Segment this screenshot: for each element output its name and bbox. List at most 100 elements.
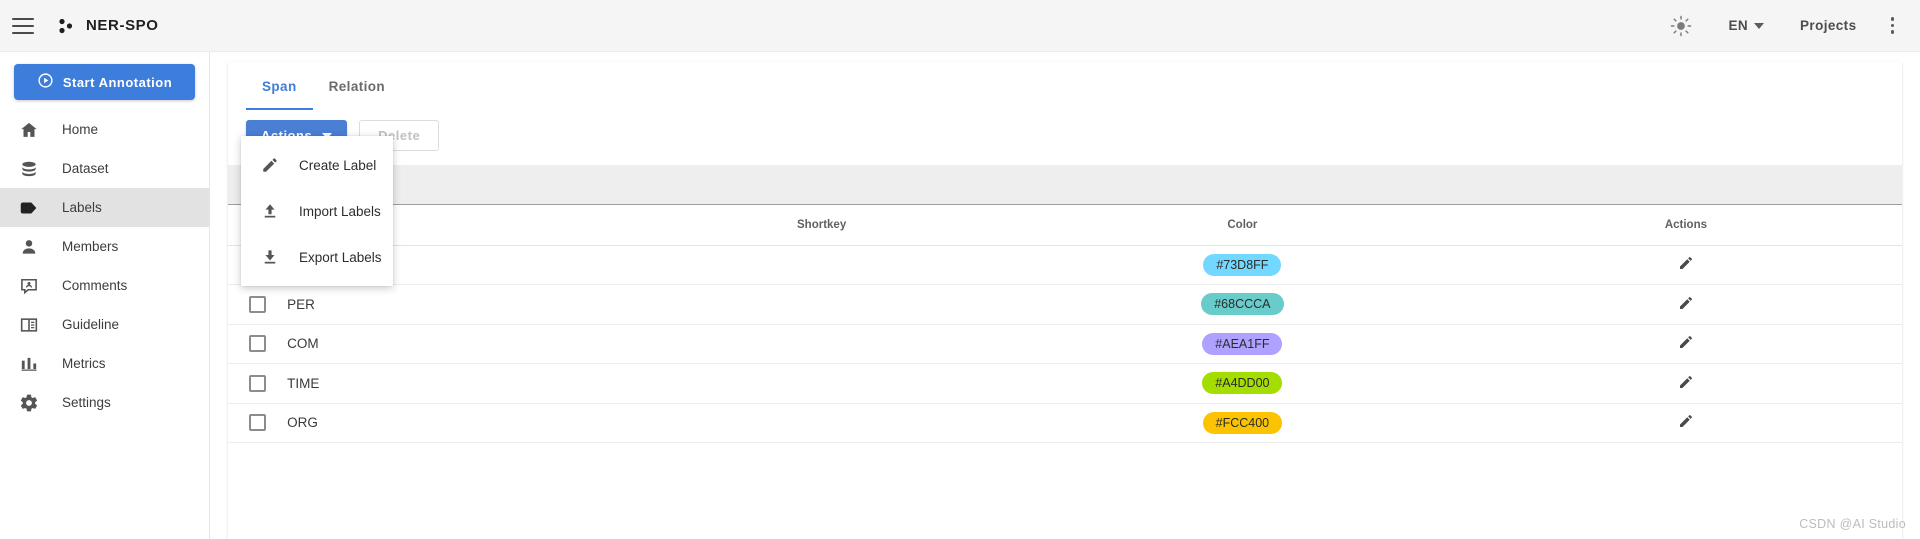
color-chip: #AEA1FF: [1202, 332, 1283, 355]
sidebar-item-settings[interactable]: Settings: [0, 383, 209, 422]
sidebar-item-label: Labels: [62, 200, 102, 215]
table-body: #73D8FF PER #68CCCA COM #AEA1FF TIME #A4…: [228, 245, 1902, 443]
row-name: ORG: [287, 403, 629, 443]
row-checkbox-cell: [228, 324, 288, 364]
row-checkbox[interactable]: [249, 374, 267, 392]
tag-icon: [14, 197, 44, 219]
table-head: Shortkey Color Actions: [228, 205, 1902, 246]
edit-pencil-icon[interactable]: [1678, 334, 1694, 353]
theme-toggle-button[interactable]: [1652, 0, 1710, 52]
app-bar: NER-SPO EN Projects: [0, 0, 1920, 52]
app-title: NER-SPO: [86, 17, 159, 34]
kebab-menu-icon[interactable]: [1875, 17, 1911, 34]
table-header-row: Shortkey Color Actions: [228, 205, 1902, 246]
sidebar-item-label: Metrics: [62, 356, 106, 371]
row-checkbox[interactable]: [249, 295, 267, 313]
sidebar-item-comments[interactable]: Comments: [0, 266, 209, 305]
row-color-cell: #A4DD00: [1014, 363, 1470, 404]
row-actions-cell: [1469, 245, 1902, 285]
row-name: PER: [287, 284, 629, 325]
color-chip: #68CCCA: [1201, 293, 1284, 316]
edit-pencil-icon[interactable]: [1678, 374, 1694, 393]
sidebar-item-members[interactable]: Members: [0, 227, 209, 266]
menu-item-label: Import Labels: [299, 203, 381, 219]
sidebar-item-home[interactable]: Home: [0, 110, 209, 149]
table-row[interactable]: PER #68CCCA: [228, 284, 1902, 325]
color-chip: #73D8FF: [1203, 253, 1282, 276]
row-checkbox[interactable]: [249, 414, 267, 432]
edit-pencil-icon[interactable]: [1678, 413, 1694, 432]
sidebar-item-label: Guideline: [62, 317, 120, 332]
projects-link[interactable]: Projects: [1782, 0, 1874, 52]
sidebar-item-label: Home: [62, 122, 99, 137]
table-row[interactable]: #73D8FF: [228, 245, 1902, 285]
sidebar-item-label: Members: [62, 239, 119, 254]
row-color-cell: #FCC400: [1014, 403, 1470, 443]
row-color-cell: #AEA1FF: [1014, 324, 1470, 364]
tab-label: Relation: [328, 78, 386, 94]
actions-dropdown-menu: Create Label Import Labels Export Labels: [241, 136, 393, 286]
app-bar-right: EN Projects: [1652, 0, 1920, 52]
language-selector[interactable]: EN: [1710, 0, 1782, 52]
row-shortkey: [628, 363, 1015, 404]
toolbar: Actions Delete: [228, 110, 1902, 151]
tab-bar: Span Relation: [228, 62, 1902, 110]
tab-relation[interactable]: Relation: [313, 62, 401, 110]
sidebar-item-label: Dataset: [62, 161, 109, 176]
row-checkbox-cell: [228, 403, 288, 443]
row-actions-cell: [1469, 284, 1902, 325]
sidebar-item-metrics[interactable]: Metrics: [0, 344, 209, 383]
row-shortkey: [628, 403, 1015, 443]
menu-item-import-labels[interactable]: Import Labels: [241, 188, 393, 234]
edit-pencil-icon[interactable]: [1678, 255, 1694, 274]
chevron-down-icon: [1754, 22, 1765, 29]
pencil-icon: [253, 156, 287, 174]
row-name: TIME: [287, 363, 629, 404]
header-shortkey[interactable]: Shortkey: [628, 205, 1015, 246]
tab-span[interactable]: Span: [246, 62, 313, 110]
color-chip: #FCC400: [1202, 411, 1283, 434]
table-row[interactable]: COM #AEA1FF: [228, 324, 1902, 364]
watermark: CSDN @AI Studio: [1799, 517, 1906, 531]
database-icon: [14, 159, 44, 179]
filter-strip[interactable]: [228, 165, 1902, 205]
menu-item-create-label[interactable]: Create Label: [241, 142, 393, 188]
projects-label: Projects: [1800, 18, 1857, 33]
hamburger-icon[interactable]: [12, 17, 34, 34]
row-shortkey: [628, 284, 1015, 325]
row-actions-cell: [1469, 363, 1902, 404]
comment-icon: [14, 276, 44, 296]
row-name: COM: [287, 324, 629, 364]
language-label: EN: [1728, 18, 1749, 33]
sun-icon: [1670, 15, 1692, 37]
upload-icon: [253, 202, 287, 220]
menu-item-label: Export Labels: [299, 249, 382, 265]
header-color[interactable]: Color: [1014, 205, 1470, 246]
row-checkbox[interactable]: [249, 335, 267, 353]
download-icon: [253, 248, 287, 266]
header-actions: Actions: [1469, 205, 1902, 246]
row-actions-cell: [1469, 403, 1902, 443]
table-row[interactable]: TIME #A4DD00: [228, 363, 1902, 404]
row-shortkey: [628, 324, 1015, 364]
bar-chart-icon: [14, 354, 44, 374]
edit-pencil-icon[interactable]: [1678, 295, 1694, 314]
tab-label: Span: [262, 78, 297, 94]
row-checkbox-cell: [228, 363, 288, 404]
sidebar-item-dataset[interactable]: Dataset: [0, 149, 209, 188]
sidebar: Start Annotation Home Dataset Labels Mem…: [0, 52, 210, 539]
sidebar-item-guideline[interactable]: Guideline: [0, 305, 209, 344]
table-row[interactable]: ORG #FCC400: [228, 403, 1902, 443]
sidebar-item-labels[interactable]: Labels: [0, 188, 209, 227]
color-chip: #A4DD00: [1202, 372, 1283, 395]
book-icon: [14, 315, 44, 335]
row-actions-cell: [1469, 324, 1902, 364]
start-annotation-label: Start Annotation: [62, 74, 173, 90]
sidebar-item-label: Settings: [62, 395, 111, 410]
labels-table: Shortkey Color Actions #73D8FF PER #68CC…: [228, 205, 1902, 443]
gear-icon: [14, 393, 44, 413]
row-color-cell: #73D8FF: [1014, 245, 1470, 285]
start-annotation-button[interactable]: Start Annotation: [14, 64, 195, 100]
menu-item-export-labels[interactable]: Export Labels: [241, 234, 393, 280]
row-checkbox-cell: [228, 284, 288, 325]
